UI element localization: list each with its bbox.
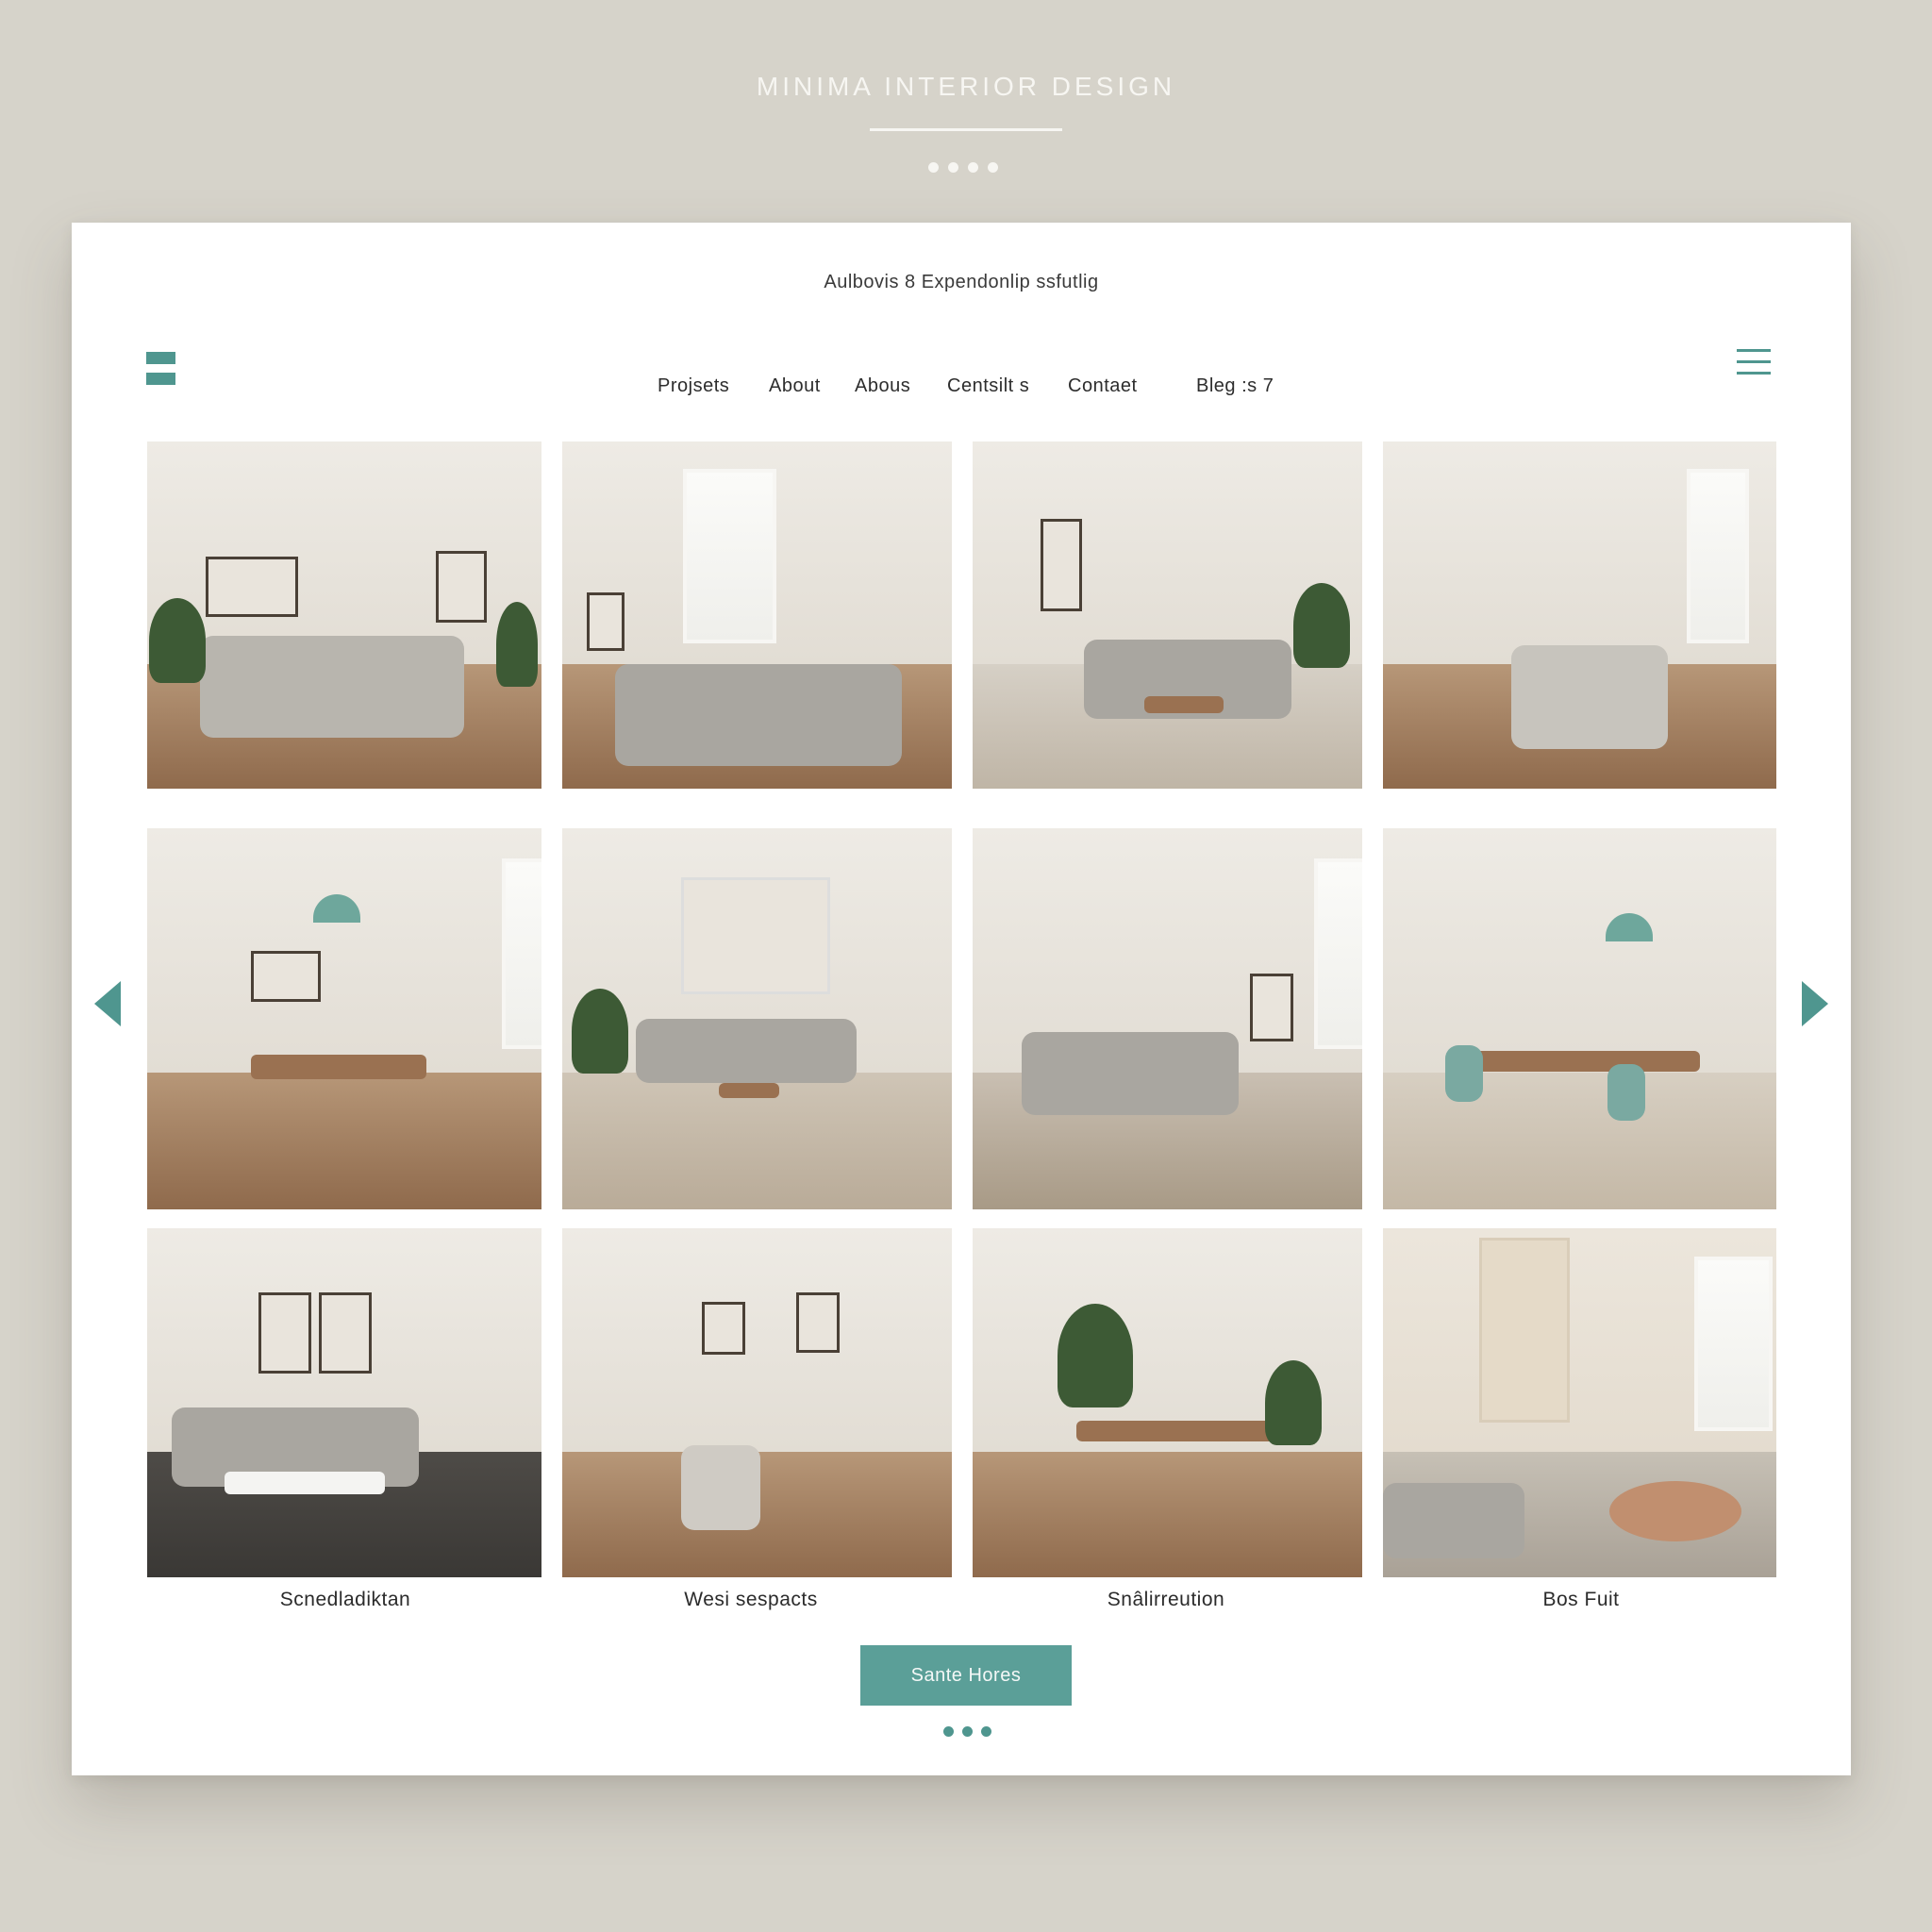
project-thumbnail[interactable] [973,1228,1362,1577]
chevron-right-icon[interactable] [1802,981,1828,1026]
pagination-dots[interactable] [943,1726,991,1737]
tagline: Aulbovis 8 Expendonlip ssfutlig [824,272,1099,292]
project-thumbnail[interactable] [562,828,952,1209]
chevron-left-icon[interactable] [94,981,121,1026]
project-thumbnail[interactable] [147,1228,541,1577]
project-thumbnail[interactable] [973,828,1362,1209]
project-thumbnail[interactable] [1383,828,1776,1209]
site-card: Aulbovis 8 Expendonlip ssfutlig Projsets… [72,223,1851,1775]
main-nav: Projsets About Abous Centsilt s Contaet … [72,375,1851,404]
project-thumbnail[interactable] [562,1228,952,1577]
nav-item-projects[interactable]: Projsets [658,375,729,397]
project-caption: Scnedladiktan [279,1589,411,1610]
project-gallery [147,441,1776,1577]
nav-item-centsilts[interactable]: Centsilt s [947,375,1029,397]
project-caption: Bos Fuit [1542,1589,1620,1610]
project-thumbnail[interactable] [1383,441,1776,789]
project-caption: Wesi sespacts [684,1589,818,1610]
brand-title: MINIMA INTERIOR DESIGN [756,72,1176,101]
cta-button[interactable]: Sante Hores [860,1645,1072,1706]
brand-dots [928,162,998,173]
project-thumbnail[interactable] [562,441,952,789]
nav-item-blog[interactable]: Bleg :s 7 [1196,375,1274,397]
brand-underline [870,128,1062,131]
project-caption: Snâlirreution [1107,1589,1225,1610]
hamburger-menu-icon[interactable] [1737,349,1771,377]
project-thumbnail[interactable] [973,441,1362,789]
nav-item-contact[interactable]: Contaet [1068,375,1138,397]
project-thumbnail[interactable] [147,828,541,1209]
nav-item-abous[interactable]: Abous [855,375,910,397]
project-thumbnail[interactable] [147,441,541,789]
project-thumbnail[interactable] [1383,1228,1776,1577]
nav-item-about[interactable]: About [769,375,821,397]
